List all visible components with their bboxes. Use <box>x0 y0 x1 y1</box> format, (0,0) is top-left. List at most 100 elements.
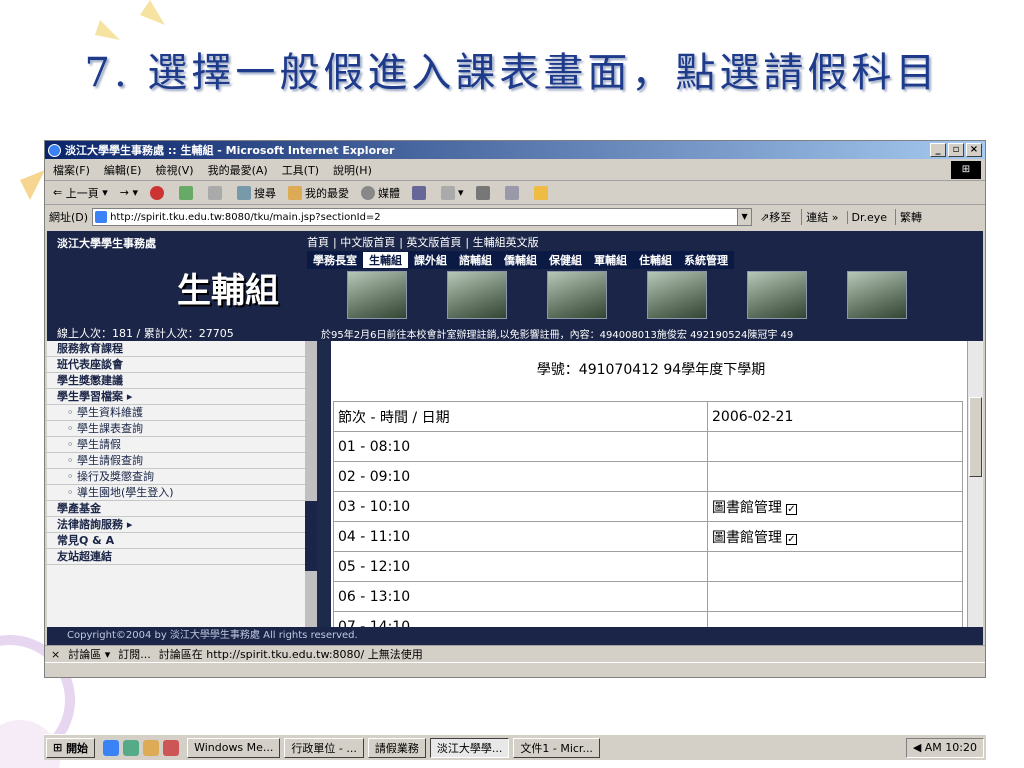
vertical-scrollbar[interactable] <box>967 341 983 645</box>
messenger-button[interactable] <box>533 185 551 200</box>
windows-flag-icon: ⊞ <box>951 160 981 179</box>
sidebar-item[interactable]: 常見Q & A <box>47 533 317 549</box>
course-name: 圖書館管理 <box>712 499 782 516</box>
outlook-quick-icon[interactable] <box>143 739 160 756</box>
site-logo[interactable]: 淡江大學學生事務處 <box>57 235 156 251</box>
schedule-panel: 學號：491070412 94學年度下學期 節次 - 時間 / 日期 2006-… <box>331 341 983 645</box>
ie-quick-icon[interactable] <box>103 739 120 756</box>
sidebar-subitem[interactable]: ◦ 操行及獎懲查詢 <box>47 469 317 485</box>
print-button[interactable] <box>475 185 493 200</box>
top-link-home[interactable]: 首頁 <box>307 236 329 249</box>
home-icon <box>208 185 222 200</box>
menu-tools[interactable]: 工具(T) <box>282 162 319 178</box>
taskbar: ⊞ 開始 Windows Me... 行政單位 - ... 請假業務 淡江大學學… <box>44 734 986 760</box>
sidebar-subitem-leave[interactable]: ◦ 學生請假 <box>47 437 317 453</box>
volume-icon[interactable]: ◀ <box>913 741 921 754</box>
start-button[interactable]: ⊞ 開始 <box>46 737 96 758</box>
subscribe-button[interactable]: 訂閱... <box>118 646 151 662</box>
search-button[interactable]: 搜尋 <box>237 185 276 201</box>
dept-nav-item[interactable]: 軍輔組 <box>588 252 633 268</box>
close-button[interactable]: × <box>966 143 982 157</box>
dept-nav-item[interactable]: 住輔組 <box>633 252 678 268</box>
top-link-chinese[interactable]: 中文版首頁 <box>340 236 395 249</box>
top-link-dept-english[interactable]: 生輔組英文版 <box>473 236 539 249</box>
task-button[interactable]: 請假業務 <box>367 737 426 758</box>
media-button[interactable]: 媒體 <box>361 185 400 201</box>
address-dropdown-icon[interactable]: ▼ <box>737 209 752 225</box>
forward-button[interactable]: → ▾ <box>120 186 138 199</box>
sidebar-subitem[interactable]: ◦ 學生請假查詢 <box>47 453 317 469</box>
sidebar-item[interactable]: 學產基金 <box>47 501 317 517</box>
menu-help[interactable]: 說明(H) <box>333 162 372 178</box>
windows-logo-icon: ⊞ <box>53 741 63 754</box>
campus-photo <box>447 271 507 319</box>
dept-nav-item[interactable]: 系統管理 <box>678 252 734 268</box>
dreye-button[interactable]: Dr.eye <box>846 210 887 224</box>
print-icon <box>475 185 490 200</box>
sidebar-subitem[interactable]: ◦ 學生課表查詢 <box>47 421 317 437</box>
home-button[interactable] <box>208 185 225 200</box>
minimize-button[interactable]: _ <box>930 143 946 157</box>
dept-nav-item-active[interactable]: 生輔組 <box>363 252 408 268</box>
favorites-button[interactable]: 我的最愛 <box>288 185 349 201</box>
scroll-thumb[interactable] <box>969 397 982 477</box>
back-button[interactable]: ⇐ 上一頁 ▾ <box>53 185 108 201</box>
mail-icon <box>441 185 455 200</box>
edit-icon <box>504 185 519 200</box>
sidebar-subitem[interactable]: ◦ 導生園地(學生登入) <box>47 485 317 501</box>
media-quick-icon[interactable] <box>163 739 180 756</box>
task-button-active[interactable]: 淡江大學學... <box>429 737 510 758</box>
stop-button[interactable] <box>150 185 167 200</box>
sidebar-item[interactable]: 服務教育課程 <box>47 341 317 357</box>
convert-button[interactable]: 繁轉 <box>895 209 922 225</box>
task-button[interactable]: 行政單位 - ... <box>284 737 364 758</box>
sidebar-subitem[interactable]: ◦ 學生資料維護 <box>47 405 317 421</box>
leave-checkbox[interactable]: ✓ <box>786 533 797 545</box>
dept-nav-item[interactable]: 課外組 <box>408 252 453 268</box>
menu-view[interactable]: 檢視(V) <box>155 162 193 178</box>
leave-checkbox[interactable]: ✓ <box>786 503 797 515</box>
sidebar-item[interactable]: 班代表座談會 <box>47 357 317 373</box>
messenger-icon <box>533 185 548 200</box>
go-label: 移至 <box>769 211 792 224</box>
address-input[interactable]: http://spirit.tku.edu.tw:8080/tku/main.j… <box>92 208 753 226</box>
visitor-counter: 線上人次：181 / 累計人次：27705 <box>57 327 234 340</box>
course-cell <box>707 551 963 582</box>
menu-file[interactable]: 檔案(F) <box>53 162 90 178</box>
dept-nav-item[interactable]: 學務長室 <box>307 252 363 268</box>
menu-edit[interactable]: 編輯(E) <box>104 162 142 178</box>
sidebar-item[interactable]: 法律諮詢服務 ▸ <box>47 517 317 533</box>
history-icon <box>412 185 426 200</box>
schedule-table: 節次 - 時間 / 日期 2006-02-21 01 - 08:10 02 - … <box>333 401 963 642</box>
browser-window: 淡江大學學生事務處 :: 生輔組 - Microsoft Internet Ex… <box>44 140 986 678</box>
top-link-english[interactable]: 英文版首頁 <box>406 236 461 249</box>
discuss-button[interactable]: 討論區 ▾ <box>68 646 110 662</box>
sidebar-scrollbar[interactable] <box>305 341 317 645</box>
dept-nav-item[interactable]: 僑輔組 <box>498 252 543 268</box>
sidebar-scroll-thumb[interactable] <box>305 501 317 571</box>
desktop-quick-icon[interactable] <box>123 739 140 756</box>
edit-button[interactable] <box>504 185 522 200</box>
history-button[interactable] <box>412 185 429 200</box>
menu-favorites[interactable]: 我的最愛(A) <box>208 162 268 178</box>
dept-nav-item[interactable]: 諮輔組 <box>453 252 498 268</box>
task-button[interactable]: Windows Me... <box>187 737 281 758</box>
period-cell: 01 - 08:10 <box>333 431 708 462</box>
copyright: Copyright©2004 by 淡江大學學生事務處 All rights r… <box>47 627 983 645</box>
maximize-button[interactable]: ▫ <box>948 143 964 157</box>
go-button[interactable]: ⇗移至 <box>760 209 791 225</box>
mail-button[interactable]: ▾ <box>441 185 464 200</box>
sidebar-item[interactable]: 學生學習檔案 ▸ <box>47 389 317 405</box>
close-discuss-icon[interactable]: × <box>51 648 60 661</box>
course-cell[interactable]: 圖書館管理 ✓ <box>707 491 963 522</box>
course-cell <box>707 461 963 492</box>
dept-nav-item[interactable]: 保健組 <box>543 252 588 268</box>
task-button[interactable]: 文件1 - Micr... <box>513 737 600 758</box>
sidebar-item[interactable]: 友站超連結 <box>47 549 317 565</box>
ie-icon <box>48 143 61 157</box>
links-button[interactable]: 連結 » <box>801 209 839 225</box>
course-cell[interactable]: 圖書館管理 ✓ <box>707 521 963 552</box>
sidebar-item[interactable]: 學生獎懲建議 <box>47 373 317 389</box>
refresh-button[interactable] <box>179 185 196 200</box>
stop-icon <box>150 185 164 200</box>
